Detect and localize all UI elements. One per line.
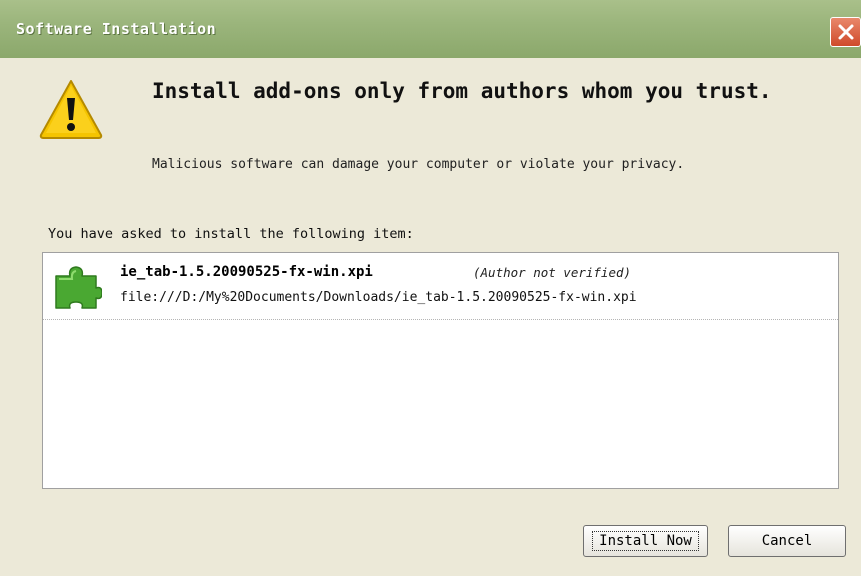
warning-subtext: Malicious software can damage your compu…: [152, 157, 685, 172]
title-bar[interactable]: Software Installation: [0, 0, 861, 58]
cancel-button[interactable]: Cancel: [728, 525, 846, 557]
puzzle-piece-icon: [55, 266, 102, 309]
install-list-label: You have asked to install the following …: [48, 226, 414, 242]
install-item-list[interactable]: ie_tab-1.5.20090525-fx-win.xpi (Author n…: [42, 252, 839, 489]
install-now-button[interactable]: Install Now: [583, 525, 708, 557]
close-button[interactable]: [830, 17, 861, 47]
warning-triangle-icon: [39, 80, 103, 139]
close-icon: [838, 24, 853, 40]
item-file-name: ie_tab-1.5.20090525-fx-win.xpi: [120, 264, 373, 280]
cancel-label: Cancel: [761, 533, 813, 549]
list-item[interactable]: ie_tab-1.5.20090525-fx-win.xpi (Author n…: [43, 253, 838, 320]
install-now-label: Install Now: [592, 531, 699, 551]
author-not-verified-note: (Author not verified): [473, 265, 632, 280]
software-installation-dialog: Software Installation Install add-ons on…: [0, 0, 861, 576]
item-file-url: file:///D:/My%20Documents/Downloads/ie_t…: [120, 290, 637, 305]
warning-headline: Install add-ons only from authors whom y…: [152, 79, 772, 103]
window-title: Software Installation: [16, 20, 217, 38]
